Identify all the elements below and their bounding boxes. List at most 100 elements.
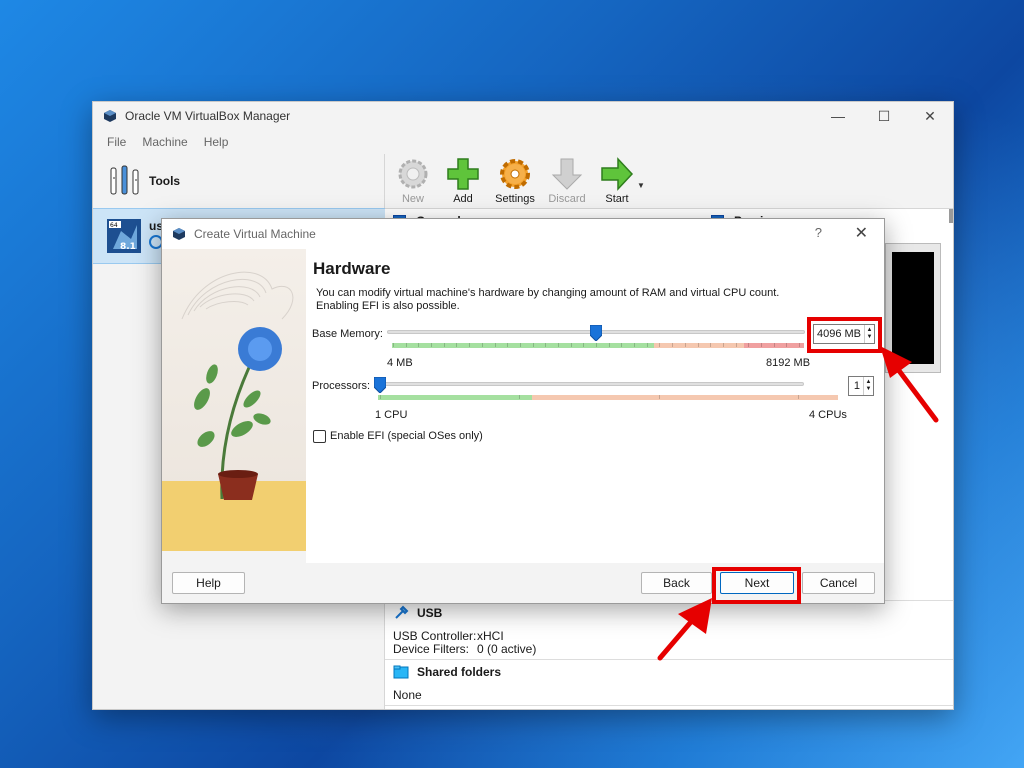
windows-81-vm-icon: 64 8.1 <box>107 219 141 253</box>
start-dropdown-icon[interactable]: ▼ <box>637 181 645 190</box>
red-arrow-to-memory-icon <box>880 346 939 423</box>
hardware-page: Hardware You can modify virtual machine'… <box>306 249 884 565</box>
tools-item[interactable]: Tools <box>93 154 384 208</box>
memory-max-label: 8192 MB <box>766 357 811 369</box>
slider-tick <box>748 343 750 347</box>
slider-tick <box>545 343 547 347</box>
help-button[interactable]: Help <box>172 572 245 594</box>
minimize-button[interactable]: — <box>815 102 861 130</box>
slider-tick <box>519 395 521 399</box>
menu-bar: File Machine Help <box>93 130 953 154</box>
slider-tick <box>672 343 674 347</box>
slider-tick <box>583 343 585 347</box>
slider-tick <box>443 343 445 347</box>
slider-tick <box>799 343 800 347</box>
cpu-max-label: 4 CPUs <box>809 409 847 421</box>
cpu-spin-arrows[interactable]: ▲ ▼ <box>863 377 873 395</box>
description-line-2: Enabling EFI is also possible. <box>316 300 460 312</box>
enable-efi-label[interactable]: Enable EFI (special OSes only) <box>330 430 483 442</box>
menu-help[interactable]: Help <box>196 135 237 149</box>
slider-tick <box>735 343 737 347</box>
slider-tick <box>773 343 775 347</box>
dialog-close-button[interactable]: ✕ <box>855 223 868 243</box>
slider-tick <box>557 343 559 347</box>
back-button[interactable]: Back <box>641 572 712 594</box>
usb-controller-value: xHCI <box>477 629 504 643</box>
menu-file[interactable]: File <box>99 135 134 149</box>
page-description: You can modify virtual machine's hardwar… <box>316 287 816 313</box>
processors-slider[interactable] <box>374 377 838 403</box>
discard-label: Discard <box>548 193 586 205</box>
next-highlight-box <box>712 567 801 604</box>
slider-tick <box>481 343 483 347</box>
maximize-button[interactable]: ☐ <box>861 102 907 130</box>
slider-tick <box>532 343 534 347</box>
usb-section-header[interactable]: USB <box>385 603 442 623</box>
processors-slider-thumb[interactable] <box>374 377 386 393</box>
context-help-button[interactable]: ? <box>815 225 822 240</box>
usb-icon <box>395 605 409 619</box>
virtualbox-app-icon <box>104 110 116 122</box>
memory-warning-zone <box>654 343 744 348</box>
cpu-warning-zone <box>532 395 838 400</box>
base-memory-slider[interactable] <box>387 325 805 351</box>
add-label: Add <box>453 193 473 205</box>
svg-text:8.1: 8.1 <box>120 242 136 252</box>
shared-folders-title: Shared folders <box>417 665 502 679</box>
dialog-title-bar: Create Virtual Machine ? ✕ <box>162 219 884 249</box>
start-arrow-icon <box>601 157 634 191</box>
scrollbar-thumb[interactable] <box>949 209 953 223</box>
dialog-title: Create Virtual Machine <box>194 227 316 241</box>
red-arrow-to-next-icon <box>657 598 712 661</box>
cpu-min-label: 1 CPU <box>375 409 408 421</box>
start-button[interactable]: Start <box>593 157 641 208</box>
settings-gear-icon <box>500 159 530 189</box>
settings-button[interactable]: Settings <box>489 157 541 208</box>
enable-efi-checkbox[interactable] <box>313 430 326 443</box>
slider-tick <box>469 343 471 347</box>
slider-tick <box>634 343 636 347</box>
processors-spinbox[interactable]: 1 ▲ ▼ <box>848 376 874 396</box>
slider-tick <box>646 343 648 347</box>
close-button[interactable]: ✕ <box>907 102 953 130</box>
base-memory-label: Base Memory: <box>312 328 383 340</box>
page-title: Hardware <box>313 259 391 278</box>
settings-label: Settings <box>495 193 535 205</box>
folder-icon <box>393 665 409 679</box>
device-filters-value: 0 (0 active) <box>477 642 537 656</box>
svg-text:64: 64 <box>110 222 118 229</box>
discard-button[interactable]: Discard <box>543 157 591 208</box>
device-filters-label: Device Filters: <box>393 642 470 656</box>
slider-tick <box>494 343 496 347</box>
slider-tick <box>456 343 458 347</box>
slider-tick <box>659 343 661 347</box>
slider-tick <box>380 395 381 399</box>
menu-machine[interactable]: Machine <box>134 135 195 149</box>
slider-tick <box>658 395 660 399</box>
slider-tick <box>697 343 699 347</box>
processors-value: 1 <box>853 380 860 392</box>
cancel-button[interactable]: Cancel <box>802 572 875 594</box>
tools-icon <box>110 165 139 195</box>
shared-folders-value: None <box>393 688 422 702</box>
memory-slider-thumb[interactable] <box>589 325 602 341</box>
new-label: New <box>401 193 424 205</box>
start-label: Start <box>605 193 629 205</box>
create-vm-dialog: Create Virtual Machine ? ✕ Hardware You … <box>161 218 885 604</box>
slider-tick <box>519 343 521 347</box>
shared-folders-section-header[interactable]: Shared folders <box>385 662 501 682</box>
discard-arrow-icon <box>551 158 583 190</box>
cpu-safe-zone <box>378 395 532 400</box>
slider-tick <box>621 343 623 347</box>
slider-tick <box>405 343 407 347</box>
slider-tick <box>507 343 509 347</box>
add-button[interactable]: Add <box>439 157 487 208</box>
tools-label: Tools <box>149 174 181 188</box>
wizard-illustration <box>162 249 306 551</box>
memory-highlight-box <box>807 317 882 353</box>
slider-tick <box>798 395 799 399</box>
slider-tick <box>710 343 712 347</box>
slider-tick <box>684 343 686 347</box>
new-button[interactable]: New <box>389 157 437 208</box>
processors-label: Processors: <box>312 380 371 392</box>
